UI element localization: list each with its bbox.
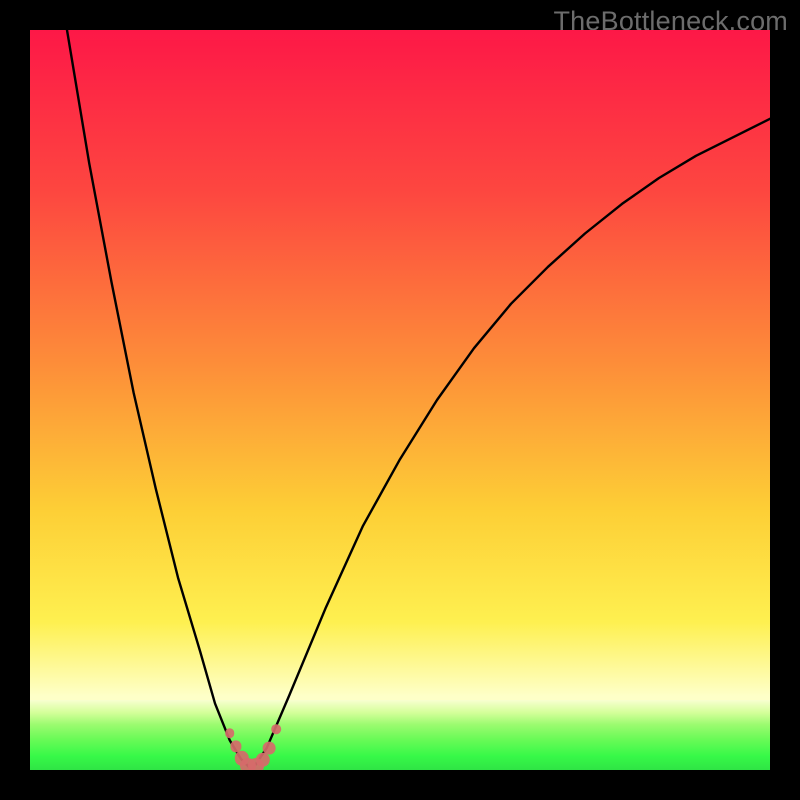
trough-marker xyxy=(225,728,235,738)
trough-marker xyxy=(272,725,282,735)
chart-frame: TheBottleneck.com xyxy=(0,0,800,800)
bottleneck-curve xyxy=(30,30,770,770)
plot-area xyxy=(30,30,770,770)
curve-left-arm xyxy=(67,30,252,770)
trough-marker xyxy=(263,741,276,754)
curve-right-arm xyxy=(252,119,770,770)
